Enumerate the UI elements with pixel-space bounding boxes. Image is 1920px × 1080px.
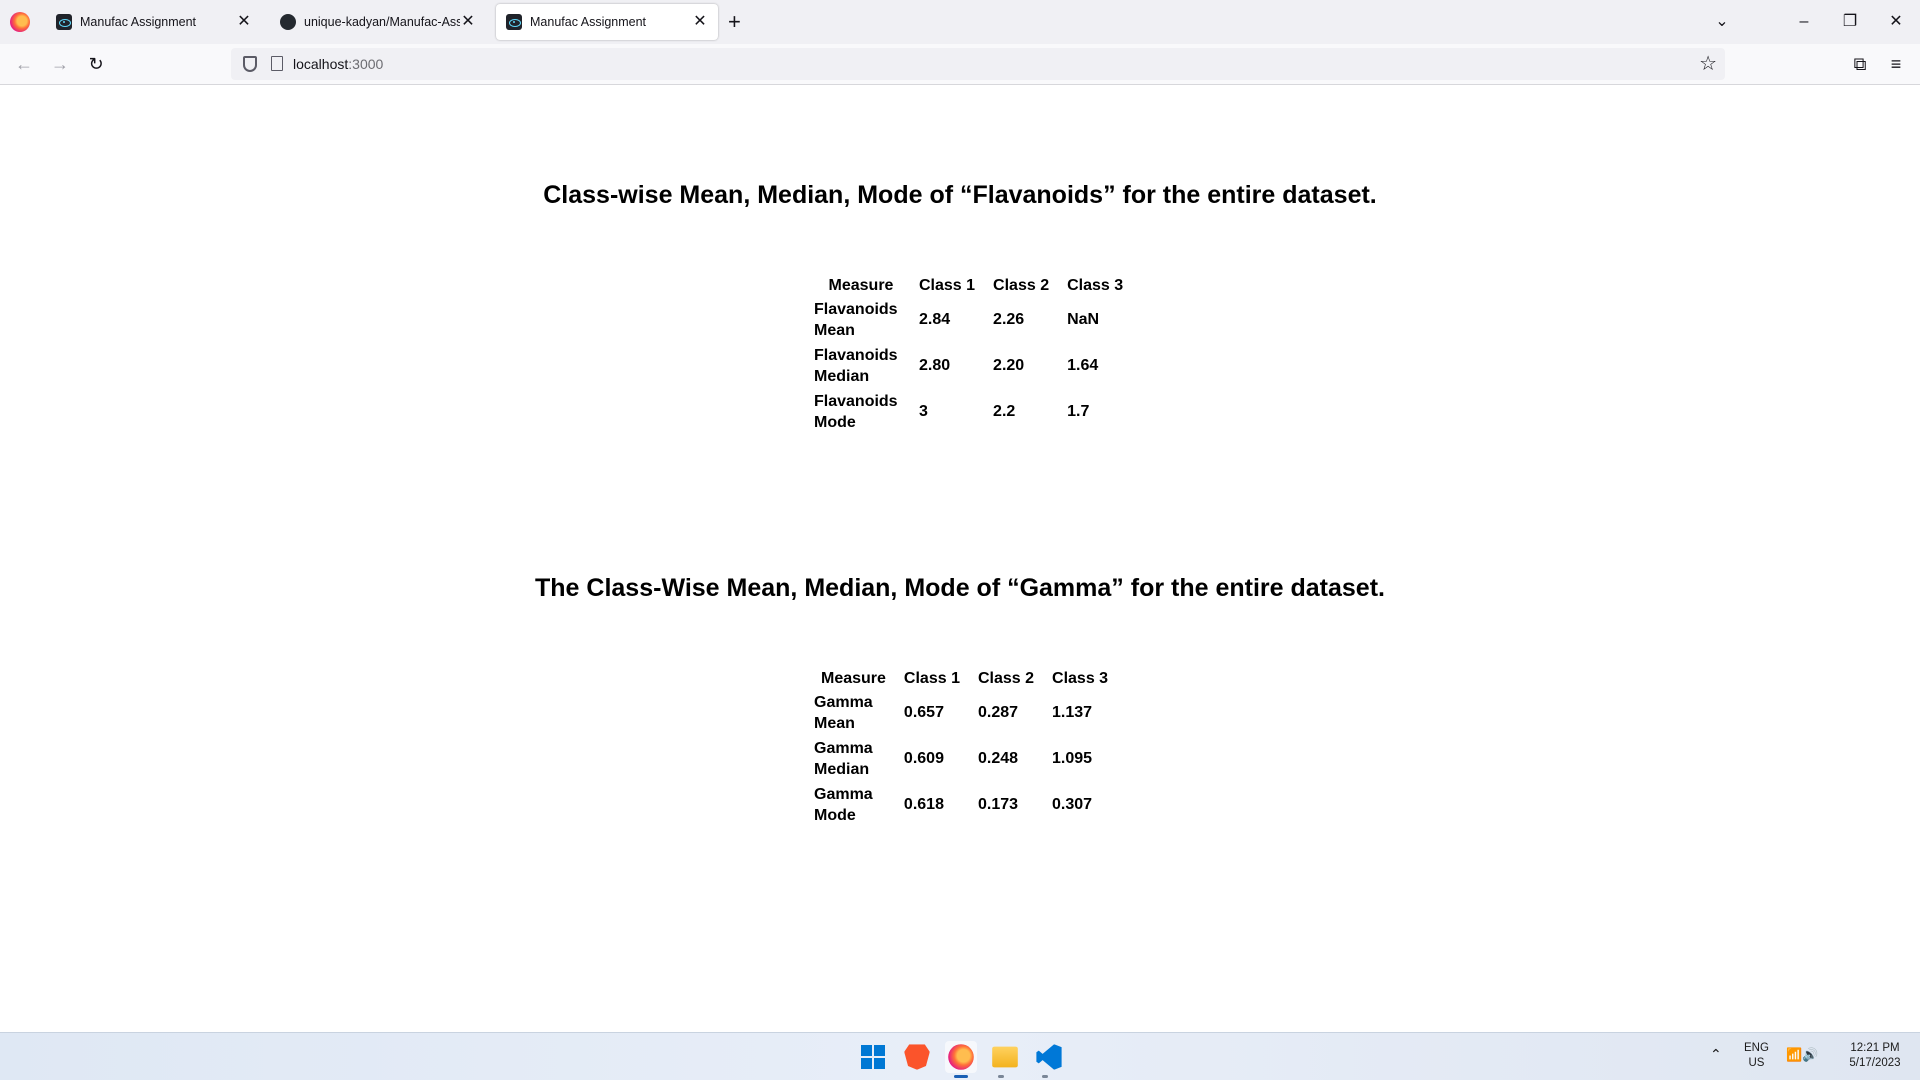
header-measure: Measure	[828, 277, 894, 294]
header-class-1: Class 1	[903, 670, 960, 687]
measure-cell: Gamma Mean	[814, 694, 873, 732]
new-tab-button[interactable]: +	[728, 10, 741, 34]
table-header-row: Measure Class 1 Class 2 Class 3	[813, 669, 1116, 689]
gamma-table: Measure Class 1 Class 2 Class 3 Gamma Me…	[811, 667, 1118, 829]
running-app-indicator	[1042, 1075, 1048, 1078]
value-cell: 2.20	[993, 357, 1025, 374]
measure-cell: Flavanoids Mode	[814, 393, 898, 431]
value-cell: 1.095	[1052, 750, 1093, 767]
file-explorer-icon[interactable]	[992, 1046, 1018, 1068]
list-all-tabs-icon[interactable]: ⌄	[1708, 8, 1736, 36]
firefox-icon	[948, 1044, 974, 1070]
value-cell: 2.80	[919, 357, 951, 374]
measure-cell: Gamma Median	[814, 740, 873, 778]
page-content: Class-wise Mean, Median, Mode of “Flavan…	[0, 86, 1920, 1032]
table-row: Gamma Median 0.609 0.248 1.095	[813, 737, 1116, 781]
value-cell: 1.137	[1052, 704, 1093, 721]
running-app-indicator	[998, 1075, 1004, 1078]
tab-title: Manufac Assignment	[80, 15, 197, 29]
value-cell: 0.657	[903, 704, 944, 721]
language-code: ENG	[1744, 1042, 1769, 1054]
wifi-volume-icon[interactable]: 📶🔊	[1786, 1047, 1818, 1062]
tab-title: unique-kadyan/Manufac-Assig	[304, 15, 460, 29]
value-cell: 0.248	[977, 750, 1019, 767]
value-cell: 1.7	[1067, 403, 1090, 420]
gamma-title: The Class-Wise Mean, Median, Mode of “Ga…	[535, 574, 1385, 602]
taskbar: ⌃ ENG US 📶🔊 12:21 PM 5/17/2023	[0, 1032, 1920, 1080]
close-tab-icon[interactable]: ✕	[236, 14, 252, 30]
value-cell: 0.173	[977, 796, 1019, 813]
navigation-toolbar: ← → ↻ localhost:3000 ☆ ⧉ ≡	[0, 44, 1920, 85]
value-cell: 1.64	[1067, 357, 1099, 374]
value-cell: NaN	[1067, 311, 1100, 328]
close-tab-icon[interactable]: ✕	[692, 14, 708, 30]
windows-start-icon[interactable]	[857, 1041, 889, 1073]
table-header-row: Measure Class 1 Class 2 Class 3	[813, 276, 1131, 296]
address-bar[interactable]: localhost:3000 ☆	[231, 48, 1725, 80]
date-text: 5/17/2023	[1849, 1057, 1901, 1069]
bookmark-star-icon[interactable]: ☆	[1699, 52, 1717, 76]
url-port: :3000	[348, 56, 384, 72]
value-cell: 0.618	[903, 796, 944, 813]
value-cell: 3	[919, 403, 928, 420]
hamburger-menu-icon[interactable]: ≡	[1884, 52, 1908, 76]
region-code: US	[1748, 1057, 1765, 1069]
firefox-taskbar-button[interactable]	[945, 1041, 977, 1073]
table-row: Gamma Mode 0.618 0.173 0.307	[813, 783, 1116, 827]
table-row: Flavanoids Mean 2.84 2.26 NaN	[813, 298, 1131, 342]
value-cell: 0.287	[977, 704, 1019, 721]
value-cell: 2.26	[993, 311, 1025, 328]
table-row: Flavanoids Mode 3 2.2 1.7	[813, 390, 1131, 434]
measure-cell: Flavanoids Mean	[814, 301, 898, 339]
vscode-icon[interactable]	[1036, 1044, 1062, 1070]
measure-cell: Gamma Mode	[814, 786, 873, 824]
restore-icon[interactable]: ❐	[1836, 8, 1864, 36]
tracking-protection-shield-icon[interactable]	[243, 56, 257, 72]
header-class-3: Class 3	[1052, 670, 1109, 687]
measure-cell: Flavanoids Median	[814, 347, 898, 385]
extensions-icon[interactable]: ⧉	[1848, 52, 1872, 76]
header-class-1: Class 1	[919, 277, 976, 294]
table-row: Gamma Mean 0.657 0.287 1.137	[813, 691, 1116, 735]
value-cell: 2.2	[993, 403, 1016, 420]
url-host: localhost	[293, 56, 349, 72]
url-text[interactable]: localhost:3000	[293, 56, 383, 72]
header-class-3: Class 3	[1067, 277, 1124, 294]
react-icon	[506, 14, 522, 30]
github-icon	[280, 14, 296, 30]
tab-manufac-assignment-1[interactable]: Manufac Assignment ✕	[46, 4, 262, 40]
time-text: 12:21 PM	[1850, 1042, 1900, 1054]
header-class-2: Class 2	[993, 277, 1050, 294]
react-icon	[56, 14, 72, 30]
close-tab-icon[interactable]: ✕	[460, 14, 476, 30]
page-info-icon[interactable]	[271, 56, 283, 71]
close-window-icon[interactable]: ✕	[1882, 8, 1910, 36]
flavanoids-table: Measure Class 1 Class 2 Class 3 Flavanoi…	[811, 274, 1133, 436]
forward-icon[interactable]: →	[48, 52, 72, 76]
show-hidden-icons-chevron-icon[interactable]: ⌃	[1710, 1047, 1722, 1062]
header-measure: Measure	[821, 670, 886, 687]
back-icon[interactable]: ←	[12, 52, 36, 76]
tab-github-repo[interactable]: unique-kadyan/Manufac-Assig ✕	[270, 4, 486, 40]
language-indicator[interactable]: ENG US	[1744, 1041, 1769, 1071]
active-app-indicator	[954, 1075, 968, 1078]
tab-title: Manufac Assignment	[530, 15, 647, 29]
table-row: Flavanoids Median 2.80 2.20 1.64	[813, 344, 1131, 388]
reload-icon[interactable]: ↻	[84, 52, 108, 76]
tab-strip: Manufac Assignment ✕ unique-kadyan/Manuf…	[0, 0, 1920, 44]
value-cell: 0.307	[1052, 796, 1093, 813]
flavanoids-title: Class-wise Mean, Median, Mode of “Flavan…	[543, 181, 1377, 209]
firefox-menu-icon[interactable]	[10, 12, 30, 32]
header-class-2: Class 2	[977, 670, 1035, 687]
tab-manufac-assignment-active[interactable]: Manufac Assignment ✕	[496, 4, 718, 40]
value-cell: 0.609	[903, 750, 944, 767]
clock[interactable]: 12:21 PM 5/17/2023	[1840, 1041, 1910, 1071]
minimize-icon[interactable]: –	[1790, 8, 1818, 36]
brave-icon[interactable]	[904, 1044, 930, 1070]
value-cell: 2.84	[919, 311, 951, 328]
